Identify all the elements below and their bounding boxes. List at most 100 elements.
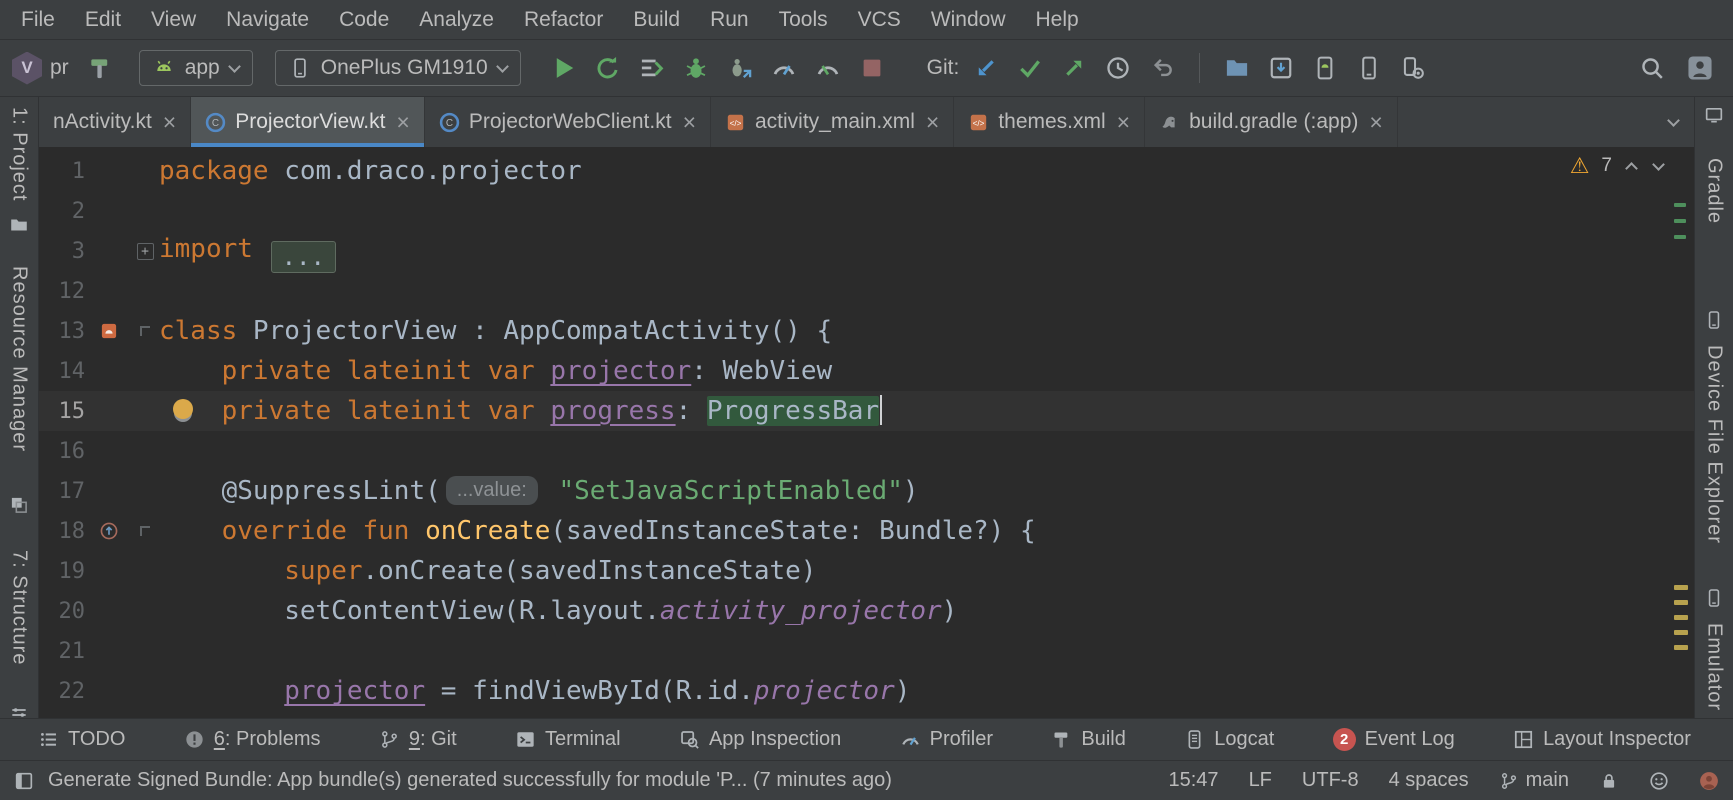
line-number[interactable]: 17 [39,479,87,504]
tool-button-todo[interactable]: TODO [38,728,125,751]
profiler-button[interactable] [767,51,801,85]
tool-stripe-resource-manager[interactable]: Resource Manager [8,266,31,452]
tool-button-layout-inspector[interactable]: Layout Inspector [1513,728,1691,751]
rollback-button[interactable] [1145,51,1179,85]
line-number[interactable]: 15 [39,399,87,424]
line-number[interactable]: 14 [39,359,87,384]
avd-button[interactable] [1308,51,1342,85]
close-icon[interactable]: × [396,111,409,134]
tool-button-logcat[interactable]: Logcat [1184,728,1274,751]
feedback-smiley-icon[interactable] [1649,771,1669,791]
pair-button[interactable] [1396,51,1430,85]
run-button[interactable] [547,51,581,85]
tool-button-profiler[interactable]: Profiler [900,728,993,751]
tool-button-problems[interactable]: 6: Problems [184,728,321,751]
menu-tools[interactable]: Tools [764,0,843,40]
code-line-19[interactable]: 19 super.onCreate(savedInstanceState) [39,551,1694,591]
line-number[interactable]: 21 [39,639,87,664]
line-number[interactable]: 16 [39,439,87,464]
line-number[interactable]: 12 [39,279,87,304]
indent-widget[interactable]: 4 spaces [1389,769,1469,792]
tool-button-build[interactable]: Build [1051,728,1125,751]
build-button[interactable] [83,51,117,85]
code-line-14[interactable]: 14 private lateinit var projector: WebVi… [39,351,1694,391]
prev-highlight-button[interactable] [1624,161,1639,172]
push-button[interactable] [1057,51,1091,85]
apply-code-button[interactable] [635,51,669,85]
device-manager-button[interactable] [1352,51,1386,85]
code-line-12[interactable]: 12 [39,271,1694,311]
menu-refactor[interactable]: Refactor [509,0,618,40]
monitor-icon[interactable] [1704,105,1724,130]
debug-button[interactable] [679,51,713,85]
code-line-18[interactable]: 18 override fun onCreate(savedInstanceSt… [39,511,1694,551]
line-number[interactable]: 22 [39,679,87,704]
layers-icon[interactable] [9,495,29,520]
folder-icon[interactable] [9,215,29,240]
emulator-icon[interactable] [1704,588,1724,613]
line-number[interactable]: 20 [39,599,87,624]
commit-button[interactable] [1013,51,1047,85]
gutter-android-gutter[interactable] [87,321,131,341]
encoding-widget[interactable]: UTF-8 [1302,769,1359,792]
line-number[interactable]: 1 [39,159,87,184]
line-number[interactable]: 19 [39,559,87,584]
line-number[interactable]: 13 [39,319,87,344]
menu-navigate[interactable]: Navigate [211,0,324,40]
intention-bulb-icon[interactable] [173,399,193,419]
history-button[interactable] [1101,51,1135,85]
code-line-2[interactable]: 2 [39,191,1694,231]
profile-avatar[interactable] [1699,771,1719,791]
tab-projectorwebclient-kt[interactable]: CProjectorWebClient.kt× [425,97,711,147]
structure-button[interactable] [1220,51,1254,85]
menu-view[interactable]: View [136,0,211,40]
code-line-3[interactable]: 3+import ... [39,231,1694,271]
line-number[interactable]: 2 [39,199,87,224]
next-highlight-button[interactable] [1651,161,1666,172]
menu-code[interactable]: Code [324,0,404,40]
tool-stripe-emulator[interactable]: Emulator [1703,623,1726,711]
menu-build[interactable]: Build [618,0,695,40]
tab-build-gradle-app[interactable]: build.gradle (:app)× [1145,97,1398,147]
tab-themes-xml[interactable]: </>themes.xml× [954,97,1145,147]
device-file-explorer-icon[interactable] [1704,310,1724,335]
menu-file[interactable]: File [6,0,70,40]
code-line-16[interactable]: 16 [39,431,1694,471]
tool-stripe-structure[interactable]: 7: Structure [8,550,31,665]
code-line-1[interactable]: 1package com.draco.projector [39,151,1694,191]
code-line-21[interactable]: 21 [39,631,1694,671]
module-selector[interactable]: app [139,50,253,86]
tool-stripe-gradle[interactable]: Gradle [1703,158,1726,224]
close-icon[interactable]: × [683,111,696,134]
code-line-20[interactable]: 20 setContentView(R.layout.activity_proj… [39,591,1694,631]
line-number[interactable]: 3 [39,239,87,264]
menu-vcs[interactable]: VCS [843,0,916,40]
git-branch-widget[interactable]: main [1499,769,1569,792]
fold-marker[interactable] [131,326,159,336]
code-line-17[interactable]: 17 @SuppressLint(...value: "SetJavaScrip… [39,471,1694,511]
close-icon[interactable]: × [1369,111,1382,134]
close-icon[interactable]: × [926,111,939,134]
fold-marker[interactable]: + [131,243,159,260]
line-number[interactable]: 18 [39,519,87,544]
menu-analyze[interactable]: Analyze [404,0,509,40]
code-line-13[interactable]: 13class ProjectorView : AppCompatActivit… [39,311,1694,351]
menu-edit[interactable]: Edit [70,0,136,40]
sdk-button[interactable] [1264,51,1298,85]
status-message[interactable]: Generate Signed Bundle: App bundle(s) ge… [48,769,1149,792]
menu-window[interactable]: Window [916,0,1021,40]
tab-activity-main-xml[interactable]: </>activity_main.xml× [711,97,954,147]
lock-icon[interactable] [1599,771,1619,791]
tool-windows-toggle-button[interactable] [14,771,34,791]
hidden-tabs-button[interactable] [1653,97,1694,147]
menu-help[interactable]: Help [1021,0,1094,40]
update-project-button[interactable] [969,51,1003,85]
attach-debugger-button[interactable] [723,51,757,85]
code-line-15[interactable]: 15 private lateinit var progress: Progre… [39,391,1694,431]
close-icon[interactable]: × [1117,111,1130,134]
close-icon[interactable]: × [163,111,176,134]
fold-marker[interactable] [131,526,159,536]
apply-changes-button[interactable] [591,51,625,85]
tab-nactivity-kt[interactable]: nActivity.kt× [39,97,191,147]
stop-button[interactable] [855,51,889,85]
